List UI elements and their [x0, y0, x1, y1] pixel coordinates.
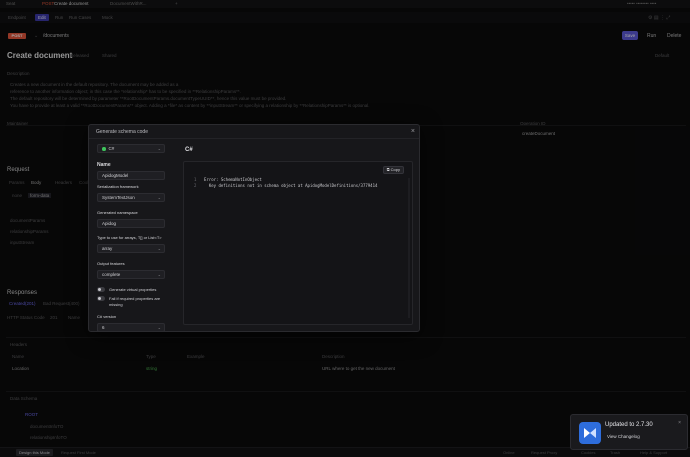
serialization-select[interactable]: SystemTextJson ⌄ — [97, 193, 165, 202]
fail-required-toggle[interactable] — [97, 296, 105, 301]
array-type-label: Type to use for arrays, T[] or List<T> — [97, 235, 162, 240]
chevron-down-icon: ⌄ — [157, 272, 161, 277]
code-line: 1 Error: SchemaNotInObject — [194, 177, 262, 182]
update-toast: Updated to 2.7.30 View Changelog × — [570, 414, 688, 450]
csharp-version-value: 6 — [102, 325, 105, 330]
copy-button[interactable]: ⧉ Copy — [382, 166, 404, 174]
line-number: 2 — [194, 183, 197, 188]
chevron-down-icon: ⌄ — [157, 195, 161, 200]
options-panel: C# ⌄ Name ApidogModel Serialization fram… — [89, 139, 175, 331]
csharp-version-label: C# version — [97, 314, 117, 319]
namespace-input[interactable]: Apidog — [97, 219, 165, 228]
code-text: Key definitions not in schema object at … — [204, 183, 378, 188]
namespace-label: Generated namespace — [97, 210, 138, 215]
output-features-value: complete — [102, 272, 121, 277]
toast-title: Updated to 2.7.30 — [605, 422, 653, 428]
serialization-value: SystemTextJson — [102, 195, 135, 200]
app-logo-icon — [579, 422, 601, 444]
fail-required-label-1: Fail if required properties are — [109, 296, 161, 301]
language-dot-icon — [102, 147, 106, 151]
output-features-label: Output features — [97, 261, 125, 266]
code-text: Error: SchemaNotInObject — [204, 177, 262, 182]
close-icon[interactable]: × — [678, 420, 681, 426]
chevron-down-icon: ⌄ — [157, 325, 161, 330]
copy-label: Copy — [390, 167, 400, 172]
close-icon[interactable]: × — [411, 128, 415, 135]
view-changelog-link[interactable]: View Changelog — [607, 434, 640, 439]
code-preview-panel: C# ⧉ Copy 1 Error: SchemaNotInObject 2 Ke… — [183, 139, 419, 331]
language-select[interactable]: C# ⌄ — [97, 144, 165, 153]
name-input[interactable]: ApidogModel — [97, 171, 165, 180]
array-type-value: array — [102, 246, 113, 251]
name-label: Name — [97, 162, 111, 168]
chevron-down-icon: ⌄ — [157, 246, 161, 251]
array-type-select[interactable]: array ⌄ — [97, 244, 165, 253]
code-language-title: C# — [185, 147, 193, 153]
modal-header: Generate schema code × — [89, 125, 419, 139]
fail-required-label-2: missing — [109, 302, 123, 307]
language-value: C# — [108, 146, 115, 151]
modal-title: Generate schema code — [96, 129, 148, 135]
chevron-down-icon: ⌄ — [157, 146, 161, 151]
csharp-version-select[interactable]: 6 ⌄ — [97, 323, 165, 331]
scrollbar[interactable] — [408, 178, 410, 318]
code-editor[interactable]: ⧉ Copy 1 Error: SchemaNotInObject 2 Key d… — [183, 161, 413, 325]
virtual-properties-label: Generate virtual properties — [109, 287, 157, 292]
generate-code-modal: Generate schema code × C# ⌄ Name ApidogM… — [88, 124, 420, 332]
line-number: 1 — [194, 177, 197, 182]
serialization-label: Serialization framework — [97, 184, 139, 189]
output-features-select[interactable]: complete ⌄ — [97, 270, 165, 279]
code-line: 2 Key definitions not in schema object a… — [194, 183, 377, 188]
virtual-properties-toggle[interactable] — [97, 287, 105, 292]
